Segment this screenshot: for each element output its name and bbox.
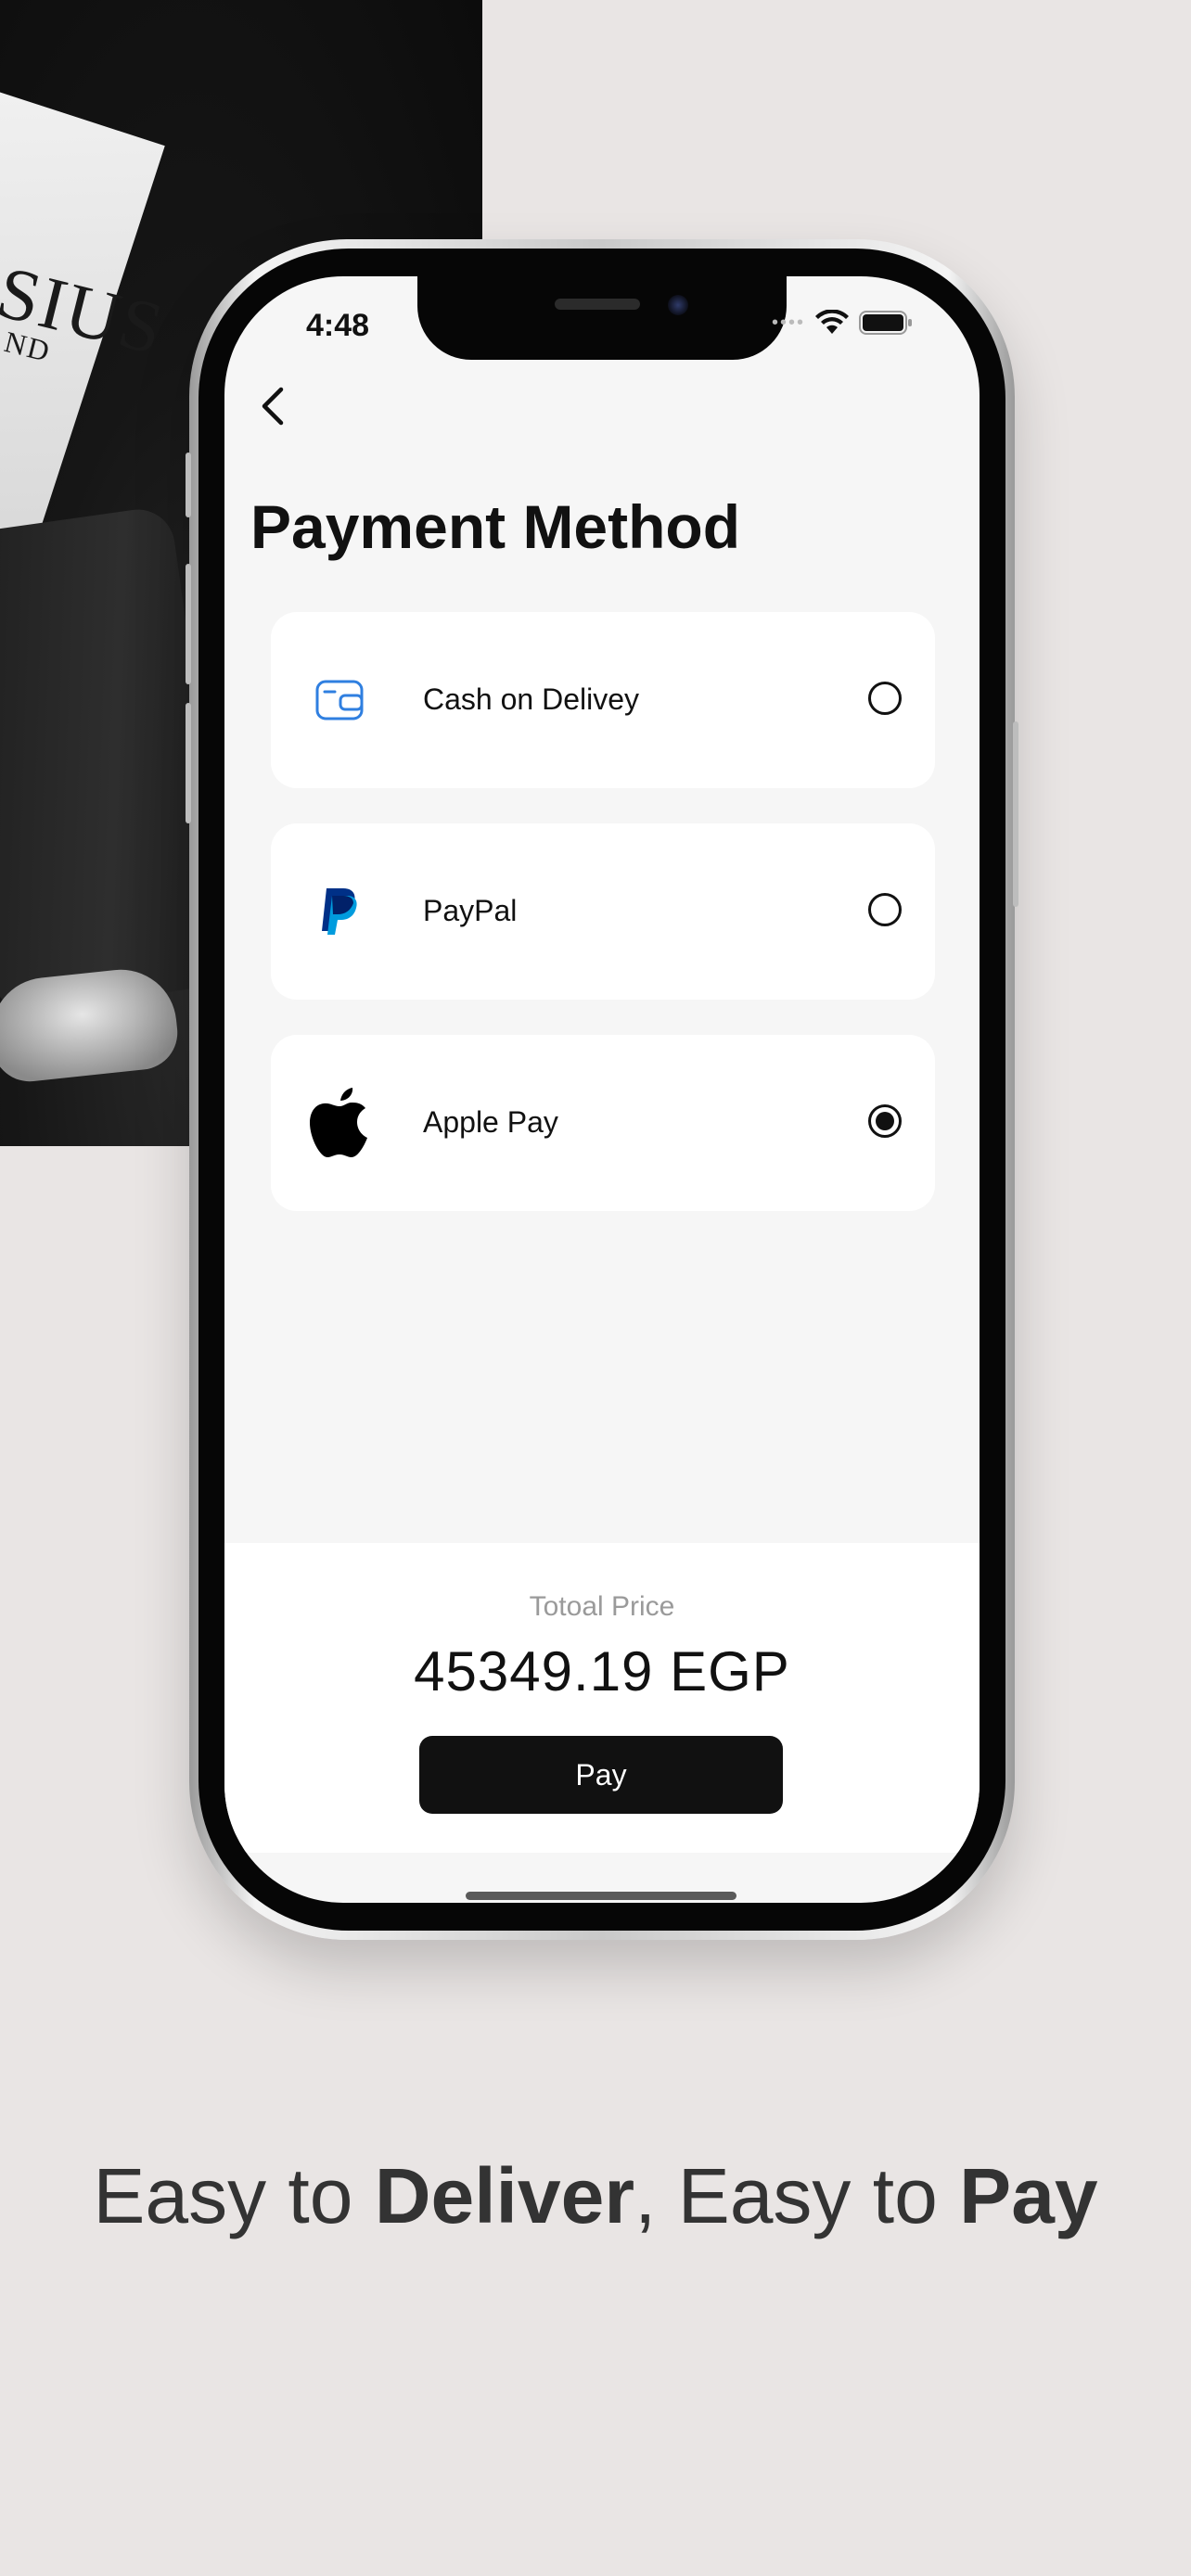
- app-screen: 4:48 •••• Payment Method Cash on Delivey…: [224, 276, 980, 1903]
- payment-option-label: Apple Pay: [423, 1105, 558, 1139]
- total-price-value: 45349.19 EGP: [414, 1640, 790, 1702]
- checkout-summary: Totoal Price 45349.19 EGP Pay: [224, 1543, 980, 1853]
- payment-option-cash[interactable]: Cash on Delivey: [271, 612, 935, 788]
- back-button[interactable]: [245, 378, 301, 434]
- phone-notch: [417, 276, 787, 360]
- phone-mute-switch: [186, 453, 191, 517]
- payment-option-label: Cash on Delivey: [423, 682, 639, 716]
- tagline-bold-1: Deliver: [374, 2152, 635, 2239]
- tagline-bold-2: Pay: [959, 2152, 1098, 2239]
- phone-frame: 4:48 •••• Payment Method Cash on Delivey…: [186, 239, 1018, 1940]
- front-camera: [668, 295, 688, 315]
- radio-button[interactable]: [868, 682, 902, 715]
- tagline-part-1: Easy to: [93, 2152, 375, 2239]
- payment-option-label: PayPal: [423, 894, 518, 927]
- status-time: 4:48: [306, 308, 370, 343]
- radio-button[interactable]: [868, 893, 902, 926]
- wallet-icon: [302, 663, 377, 737]
- wifi-icon: [814, 310, 850, 336]
- radio-button-selected[interactable]: [868, 1104, 902, 1138]
- battery-icon: [859, 310, 913, 336]
- status-icons: ••••: [772, 310, 913, 336]
- background-hand: [0, 963, 182, 1086]
- pay-button[interactable]: Pay: [419, 1736, 783, 1814]
- total-price-label: Totoal Price: [529, 1591, 675, 1622]
- notch-speaker: [555, 299, 640, 310]
- signal-dots-icon: ••••: [771, 312, 805, 333]
- page-title: Payment Method: [250, 492, 741, 561]
- payment-option-apple-pay[interactable]: Apple Pay: [271, 1035, 935, 1211]
- apple-icon: [302, 1086, 377, 1160]
- home-indicator: [466, 1892, 736, 1900]
- payment-option-paypal[interactable]: PayPal: [271, 823, 935, 1000]
- phone-volume-up: [186, 564, 191, 684]
- promo-tagline: Easy to Deliver, Easy to Pay: [0, 2151, 1191, 2241]
- paypal-icon: [302, 874, 377, 949]
- chevron-left-icon: [262, 387, 284, 426]
- tagline-part-2: , Easy to: [634, 2152, 960, 2239]
- phone-volume-down: [186, 703, 191, 823]
- phone-power-button: [1013, 721, 1018, 907]
